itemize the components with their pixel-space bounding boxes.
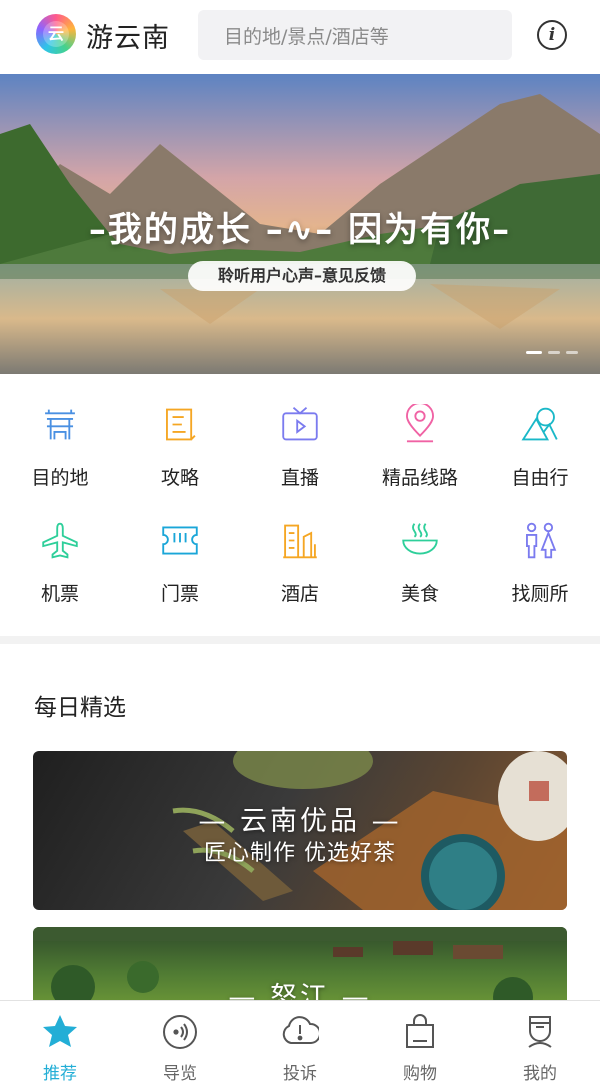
search-input[interactable]: 目的地/景点/酒店等	[198, 10, 512, 60]
tab-recommend[interactable]: 推荐	[0, 1001, 120, 1085]
category-guide[interactable]: 攻略	[120, 374, 240, 490]
app-brand-name: 游云南	[86, 23, 170, 54]
category-label: 精品线路	[381, 467, 458, 489]
mountain-sun-icon	[521, 407, 558, 441]
hero-banner[interactable]: –我的成长 –∿– 因为有你– 聆听用户心声–意见反馈	[0, 74, 600, 374]
profile-icon	[528, 1016, 552, 1048]
tab-profile[interactable]: 我的	[480, 1001, 600, 1085]
audio-guide-icon	[163, 1015, 197, 1049]
card-title: — 云南优品 —	[198, 806, 402, 837]
category-label: 找厕所	[511, 583, 569, 605]
category-free-travel[interactable]: 自由行	[480, 374, 600, 490]
logo-glyph: 云	[43, 21, 69, 47]
carousel-dot-3	[566, 351, 578, 354]
live-tv-icon	[282, 407, 318, 441]
section-title: 每日精选	[34, 695, 126, 721]
carousel-dot-1	[526, 351, 542, 354]
app-header: 云 游云南 目的地/景点/酒店等 i	[0, 0, 600, 74]
food-bowl-icon	[402, 523, 438, 555]
featured-card-nujiang[interactable]: — 怒江 —	[33, 927, 567, 1000]
category-label: 自由行	[511, 467, 569, 489]
featured-card-yunnan-products[interactable]: — 云南优品 — 匠心制作 优选好茶	[33, 751, 567, 910]
card-title: — 怒江 —	[228, 982, 372, 1000]
category-label: 酒店	[280, 583, 319, 605]
ticket-icon	[162, 526, 198, 555]
category-flights[interactable]: 机票	[0, 490, 120, 606]
hotel-icon	[283, 524, 317, 559]
category-tickets[interactable]: 门票	[120, 490, 240, 606]
gate-icon	[45, 409, 75, 440]
star-icon	[43, 1015, 77, 1047]
guide-book-icon	[166, 408, 196, 441]
tab-shopping[interactable]: 购物	[360, 1001, 480, 1085]
tab-label: 我的	[523, 1064, 557, 1084]
airplane-icon	[42, 522, 78, 559]
tab-guide[interactable]: 导览	[120, 1001, 240, 1085]
carousel-dot-2	[548, 351, 560, 354]
category-food[interactable]: 美食	[360, 490, 480, 606]
tab-label: 购物	[403, 1064, 437, 1084]
tab-label: 导览	[163, 1064, 197, 1084]
tab-label: 推荐	[43, 1064, 77, 1084]
complaint-icon	[282, 1016, 319, 1044]
tab-label: 投诉	[283, 1064, 317, 1084]
category-label: 机票	[40, 583, 79, 605]
app-logo: 云	[36, 14, 76, 54]
carousel-indicator	[526, 351, 578, 354]
category-restroom[interactable]: 找厕所	[480, 490, 600, 606]
category-routes[interactable]: 精品线路	[360, 374, 480, 490]
info-icon[interactable]: i	[537, 20, 567, 50]
bottom-tab-bar: 推荐 导览 投诉 购物 我的	[0, 1000, 600, 1085]
category-live[interactable]: 直播	[240, 374, 360, 490]
category-grid: 目的地 攻略 直播 精品线路 自由行 机票 门票 酒店 美食 找厕所	[0, 374, 600, 636]
category-label: 门票	[160, 583, 199, 605]
shopping-bag-icon	[406, 1014, 434, 1048]
category-destination[interactable]: 目的地	[0, 374, 120, 490]
location-pin-icon	[406, 404, 434, 443]
banner-title: –我的成长 –∿– 因为有你–	[88, 210, 512, 250]
category-label: 直播	[280, 467, 319, 489]
banner-subtitle-pill[interactable]: 聆听用户心声–意见反馈	[188, 261, 416, 291]
restroom-icon	[526, 522, 557, 559]
search-placeholder: 目的地/景点/酒店等	[224, 25, 389, 48]
card-subtitle: 匠心制作 优选好茶	[204, 841, 396, 866]
category-hotel[interactable]: 酒店	[240, 490, 360, 606]
category-label: 目的地	[31, 467, 89, 489]
category-label: 攻略	[160, 467, 199, 489]
daily-selection-section: 每日精选 — 云南优品 — 匠心制作 优选好茶 — 怒江 —	[0, 644, 600, 1000]
tab-complaint[interactable]: 投诉	[240, 1001, 360, 1085]
category-label: 美食	[400, 583, 439, 605]
